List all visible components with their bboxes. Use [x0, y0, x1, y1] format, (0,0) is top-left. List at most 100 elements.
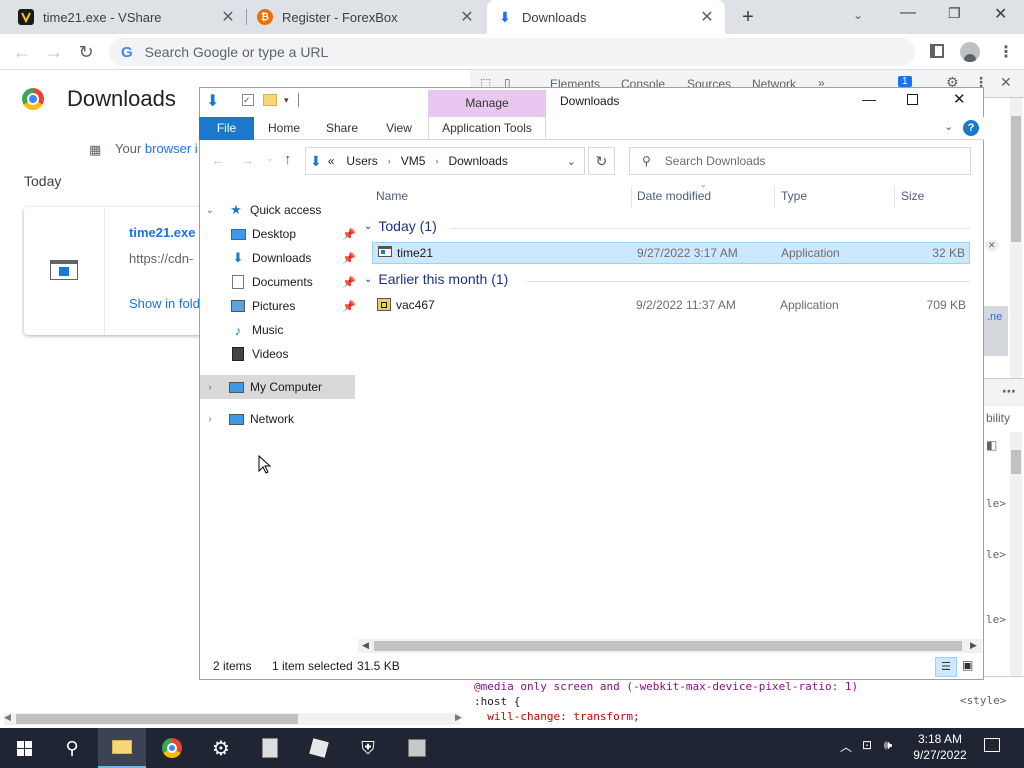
group-header-earlier[interactable]: ⌄ Earlier this month (1): [364, 271, 508, 287]
scroll-right-icon[interactable]: ▶: [970, 640, 977, 651]
settings-taskbar-icon[interactable]: ⚙: [197, 728, 245, 768]
column-divider[interactable]: [774, 186, 775, 208]
system-clock[interactable]: 3:18 AM 9/27/2022: [905, 731, 975, 763]
managed-link[interactable]: browser i: [145, 141, 198, 156]
explorer-close-icon[interactable]: ✕: [953, 90, 966, 108]
omnibox[interactable]: G Search Google or type a URL: [109, 38, 915, 66]
chrome-menu-icon[interactable]: ⋮: [998, 42, 1014, 62]
nav-documents[interactable]: Documents 📌: [200, 270, 356, 294]
explorer-forward-button[interactable]: →: [240, 152, 254, 168]
download-filename-link[interactable]: time21.exe: [129, 225, 196, 240]
group-collapse-icon[interactable]: ⌄: [364, 221, 372, 232]
tab-close-icon[interactable]: ✕: [459, 7, 475, 27]
nav-videos[interactable]: Videos: [200, 342, 288, 366]
column-divider[interactable]: [631, 186, 632, 208]
ribbon-tab-view[interactable]: View: [376, 117, 422, 140]
group-collapse-icon[interactable]: ⌄: [364, 274, 372, 285]
forward-button[interactable]: →: [42, 40, 66, 64]
tab-vshare[interactable]: time21.exe - VShare ✕: [8, 0, 246, 34]
nav-music[interactable]: ♪ Music: [200, 318, 284, 342]
column-date-modified[interactable]: Date modified: [637, 186, 711, 206]
chrome-taskbar-icon[interactable]: [148, 728, 196, 768]
explorer-back-button[interactable]: ←: [211, 152, 225, 168]
path-chevron-icon[interactable]: ›: [388, 156, 391, 166]
ribbon-expand-icon[interactable]: ⌄: [944, 120, 953, 133]
path-downloads[interactable]: Downloads: [448, 154, 507, 168]
collapsed-chevron-icon[interactable]: ›: [202, 414, 218, 425]
ribbon-tab-home[interactable]: Home: [260, 117, 308, 140]
pin-icon[interactable]: 📌: [342, 228, 356, 241]
calculator-taskbar-icon[interactable]: [246, 728, 294, 768]
issues-badge[interactable]: 1: [898, 76, 912, 87]
refresh-button[interactable]: ↻: [588, 147, 615, 175]
up-folder-button[interactable]: ↑: [284, 151, 292, 168]
file-row[interactable]: time21 9/27/2022 3:17 AM Application 32 …: [372, 242, 970, 264]
back-button[interactable]: ←: [10, 40, 34, 64]
properties-icon[interactable]: ✓: [242, 94, 254, 106]
details-view-icon[interactable]: ☰: [935, 657, 957, 677]
ribbon-tab-file[interactable]: File: [199, 117, 254, 140]
ribbon-tab-share[interactable]: Share: [318, 117, 366, 140]
ribbon-context-manage[interactable]: Manage: [428, 90, 546, 117]
column-name[interactable]: Name: [376, 186, 408, 206]
tab-close-icon[interactable]: ✕: [220, 7, 236, 27]
file-explorer-taskbar-icon[interactable]: [98, 728, 146, 768]
ribbon-tab-application-tools[interactable]: Application Tools: [428, 117, 546, 140]
help-icon[interactable]: ?: [963, 120, 979, 136]
style-source-tag[interactable]: <style>: [960, 694, 1006, 707]
scroll-left-icon[interactable]: ◀: [4, 712, 11, 723]
devtools-collapse-icon[interactable]: ✕: [985, 240, 999, 251]
show-hidden-icons[interactable]: ︿: [840, 738, 852, 755]
explorer-maximize-icon[interactable]: [907, 94, 918, 105]
path-users[interactable]: Users: [346, 154, 377, 168]
scroll-left-icon[interactable]: ◀: [362, 640, 369, 651]
collapsed-chevron-icon[interactable]: ›: [202, 382, 218, 393]
file-row[interactable]: vac467 9/2/2022 11:37 AM Application 709…: [372, 295, 970, 317]
tab-forexbox[interactable]: ₿ Register - ForexBox ✕: [247, 0, 485, 34]
file-list-hscroll-thumb[interactable]: [374, 641, 962, 651]
download-url[interactable]: https://cdn-: [129, 251, 193, 266]
profile-avatar-icon[interactable]: [960, 42, 980, 62]
nav-downloads[interactable]: ⬇ Downloads 📌: [200, 246, 356, 270]
qat-customize-icon[interactable]: ▾: [284, 95, 289, 106]
restore-icon[interactable]: ❐: [948, 5, 961, 22]
devtools-scroll-thumb[interactable]: [1011, 116, 1021, 242]
tab-downloads[interactable]: ⬇ Downloads ✕: [487, 0, 725, 34]
explorer-minimize-icon[interactable]: —: [862, 91, 876, 107]
expanded-chevron-icon[interactable]: ⌄: [202, 205, 218, 216]
show-in-folder-link[interactable]: Show in fold: [129, 296, 200, 311]
pin-icon[interactable]: 📌: [342, 252, 356, 265]
network-tray-icon[interactable]: ⊡: [862, 738, 872, 752]
styles-menu-icon[interactable]: ⋯: [1002, 383, 1016, 400]
large-icons-view-icon[interactable]: ▣: [962, 658, 973, 672]
pin-icon[interactable]: 📌: [342, 300, 356, 313]
close-window-icon[interactable]: ✕: [994, 4, 1007, 24]
devtools-close-icon[interactable]: ✕: [1000, 74, 1012, 91]
nav-desktop[interactable]: Desktop 📌: [200, 222, 356, 246]
nav-network[interactable]: › Network: [200, 407, 294, 431]
reload-button[interactable]: ↻: [74, 40, 98, 64]
security-shield-taskbar-icon[interactable]: ⛨: [344, 728, 392, 768]
styles-scroll-thumb[interactable]: [1011, 450, 1021, 474]
side-panel-icon[interactable]: [930, 44, 944, 58]
minimize-icon[interactable]: —: [900, 4, 916, 22]
new-folder-icon[interactable]: [263, 94, 277, 106]
column-divider[interactable]: [894, 186, 895, 208]
column-type[interactable]: Type: [781, 186, 807, 206]
tab-search-icon[interactable]: ⌄: [853, 8, 863, 22]
scroll-right-icon[interactable]: ▶: [455, 712, 462, 723]
tab-close-icon[interactable]: ✕: [699, 7, 715, 27]
nav-quick-access[interactable]: ⌄ ★ Quick access: [200, 198, 322, 222]
path-chevron-icon[interactable]: ›: [435, 156, 438, 166]
address-bar[interactable]: ⬇ « Users › VM5 › Downloads ⌄: [305, 147, 585, 175]
new-style-rule-icon[interactable]: ◧: [986, 438, 997, 452]
action-center-icon[interactable]: [984, 738, 1000, 752]
column-size[interactable]: Size: [901, 186, 924, 206]
search-box[interactable]: ⚲ Search Downloads: [629, 147, 971, 175]
path-vm5[interactable]: VM5: [401, 154, 426, 168]
search-taskbar-icon[interactable]: ⚲: [48, 728, 96, 768]
nav-my-computer[interactable]: › My Computer: [200, 375, 355, 399]
app-taskbar-icon[interactable]: [393, 728, 441, 768]
start-button[interactable]: [0, 728, 48, 768]
group-header-today[interactable]: ⌄ Today (1): [364, 218, 437, 234]
